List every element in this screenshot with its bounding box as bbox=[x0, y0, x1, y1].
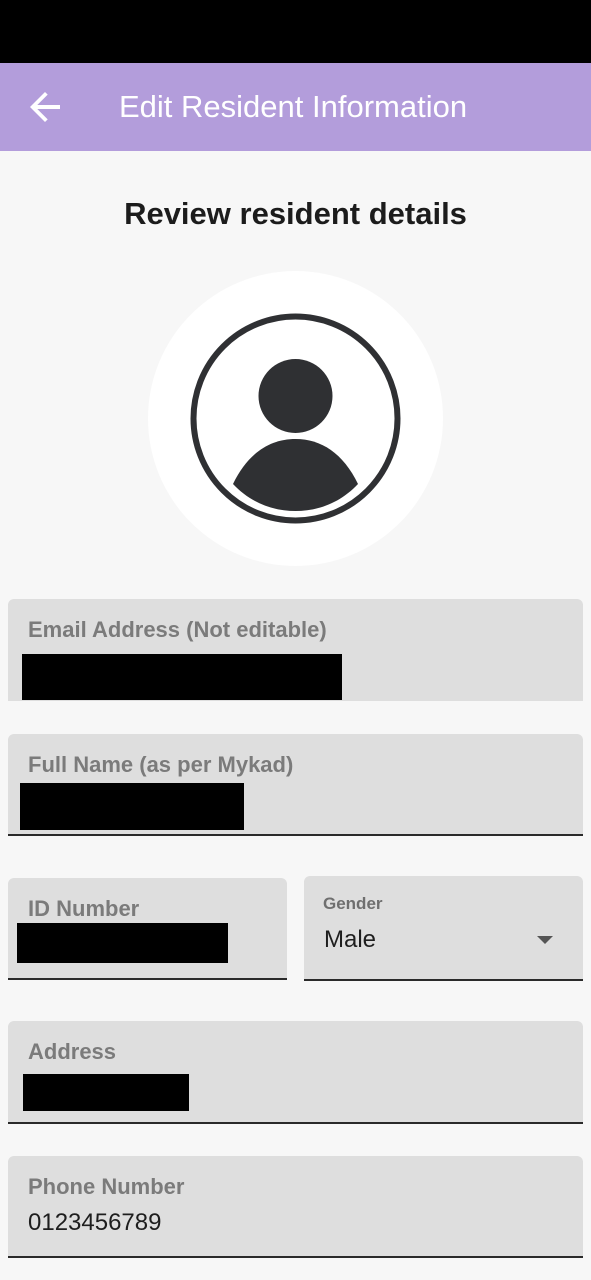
arrow-back-icon bbox=[30, 92, 60, 122]
phone-value: 0123456789 bbox=[28, 1209, 162, 1236]
phone-field[interactable]: Phone Number 0123456789 bbox=[8, 1156, 583, 1258]
back-button[interactable] bbox=[22, 83, 70, 131]
id-number-field[interactable]: ID Number bbox=[8, 878, 287, 980]
full-name-label: Full Name (as per Mykad) bbox=[28, 752, 294, 777]
app-title: Edit Resident Information bbox=[119, 89, 468, 124]
full-name-value-redacted bbox=[20, 783, 244, 830]
status-bar bbox=[0, 0, 591, 63]
page-heading: Review resident details bbox=[124, 196, 467, 231]
full-name-field[interactable]: Full Name (as per Mykad) bbox=[8, 734, 583, 836]
id-number-value-redacted bbox=[17, 923, 228, 963]
gender-value: Male bbox=[324, 926, 377, 953]
email-label: Email Address (Not editable) bbox=[28, 617, 327, 642]
dropdown-arrow-icon bbox=[537, 936, 553, 944]
id-number-label: ID Number bbox=[28, 896, 140, 921]
app-bar: Edit Resident Information bbox=[0, 63, 591, 151]
gender-label: Gender bbox=[323, 894, 383, 913]
gender-dropdown[interactable]: Gender Male bbox=[304, 876, 583, 981]
address-value-redacted bbox=[23, 1074, 189, 1111]
phone-label: Phone Number bbox=[28, 1174, 185, 1199]
email-field: Email Address (Not editable) bbox=[8, 599, 583, 701]
avatar[interactable] bbox=[148, 271, 443, 566]
email-value-redacted bbox=[22, 654, 342, 700]
address-field[interactable]: Address bbox=[8, 1021, 583, 1124]
person-avatar-icon bbox=[190, 313, 401, 524]
address-label: Address bbox=[28, 1039, 117, 1064]
